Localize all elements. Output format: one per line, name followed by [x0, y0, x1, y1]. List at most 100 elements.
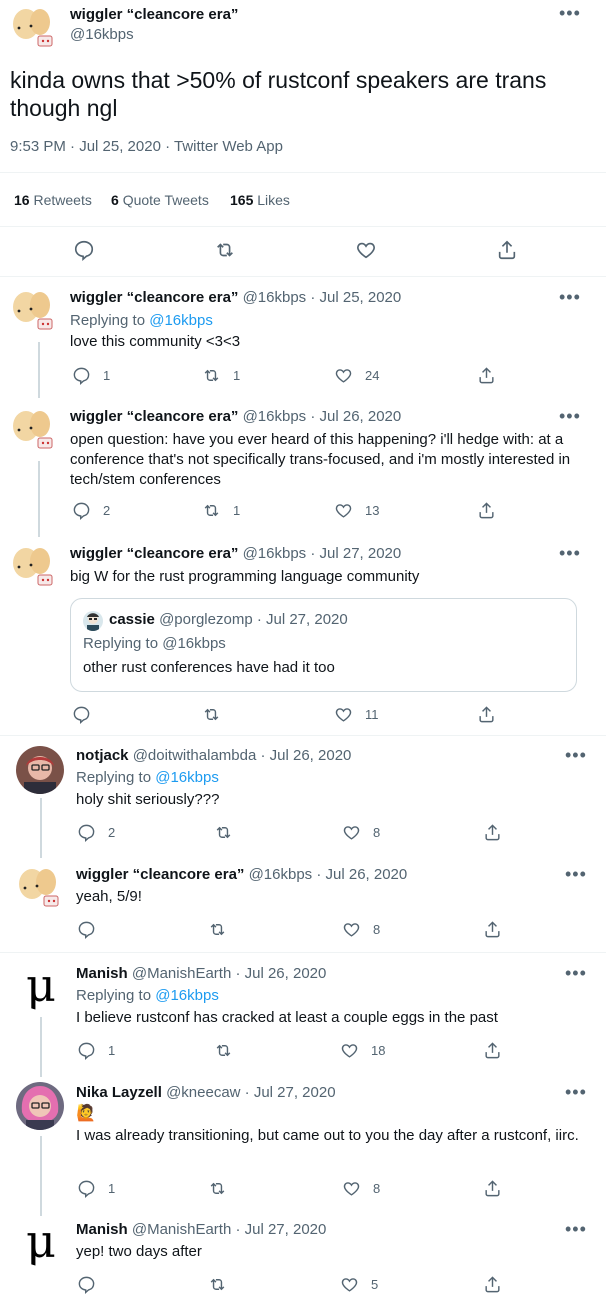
quotes-stat[interactable]: 6 Quote Tweets [111, 192, 209, 208]
more-options-icon[interactable]: ••• [565, 964, 587, 982]
reply-button[interactable]: 2 [72, 501, 110, 520]
avatar[interactable] [16, 746, 64, 794]
replying-to: Replying to @16kbps [76, 987, 219, 1004]
author-name[interactable]: Nika Layzell [76, 1084, 162, 1101]
retweet-icon [216, 826, 231, 839]
retweets-label: Retweets [33, 192, 92, 208]
reply-count: 2 [108, 825, 116, 840]
author-meta[interactable]: @16kbps · Jul 25, 2020 [243, 289, 402, 306]
author-meta[interactable]: @doitwithalambda · Jul 26, 2020 [133, 747, 352, 764]
reply-button[interactable]: 1 [72, 366, 110, 385]
author-meta[interactable]: @16kbps · Jul 27, 2020 [243, 545, 402, 562]
reply-button[interactable]: 1 [77, 1179, 115, 1198]
emoji-raising-hand-icon: 🙋 [76, 1105, 96, 1122]
author-name[interactable]: wiggler “cleancore era” [70, 289, 238, 306]
more-options-icon[interactable]: ••• [565, 1220, 587, 1238]
avatar[interactable]: μ [16, 962, 64, 1010]
like-button[interactable]: 8 [342, 823, 380, 842]
like-button[interactable]: 5 [340, 1275, 378, 1294]
heart-icon [341, 1044, 358, 1058]
replying-handle-link[interactable]: @16kbps [149, 312, 213, 329]
author-meta[interactable]: @kneecaw · Jul 27, 2020 [166, 1084, 336, 1101]
avatar[interactable] [10, 289, 58, 337]
more-options-icon[interactable]: ••• [565, 865, 587, 883]
quotes-label: Quote Tweets [122, 192, 209, 208]
replying-handle-link[interactable]: @16kbps [155, 987, 219, 1004]
reply-text: yeah, 5/9! [76, 888, 142, 905]
author-name[interactable]: wiggler “cleancore era” [76, 866, 244, 883]
like-button[interactable] [355, 239, 377, 261]
avatar[interactable] [16, 866, 64, 914]
author-meta[interactable]: @16kbps · Jul 26, 2020 [249, 866, 408, 883]
retweet-icon [204, 504, 219, 517]
retweet-button[interactable]: 1 [202, 366, 240, 385]
author-name[interactable]: wiggler “cleancore era” [70, 545, 238, 562]
author-meta[interactable]: @ManishEarth · Jul 27, 2020 [132, 1221, 327, 1238]
retweet-button[interactable] [208, 1179, 227, 1198]
more-options-icon[interactable]: ••• [565, 1083, 587, 1101]
retweet-button[interactable] [208, 920, 227, 939]
more-options-icon[interactable]: ••• [559, 4, 581, 22]
like-button[interactable]: 24 [334, 366, 379, 385]
retweet-button[interactable] [202, 705, 221, 724]
more-options-icon[interactable]: ••• [559, 544, 581, 562]
share-button[interactable] [483, 823, 502, 842]
reply-button[interactable]: 2 [77, 823, 115, 842]
avatar[interactable] [10, 545, 58, 593]
reply-button[interactable] [77, 920, 96, 939]
share-button[interactable] [483, 1041, 502, 1060]
author-meta[interactable]: @16kbps · Jul 26, 2020 [243, 408, 402, 425]
more-options-icon[interactable]: ••• [559, 288, 581, 306]
reply-text: yep! two days after [76, 1243, 202, 1260]
more-options-icon[interactable]: ••• [559, 407, 581, 425]
like-button[interactable]: 18 [340, 1041, 385, 1060]
retweet-button[interactable] [214, 239, 236, 261]
author-name[interactable]: Manish [76, 1221, 128, 1238]
reply-header: wiggler “cleancore era” @16kbps · Jul 26… [76, 866, 407, 883]
reply-count: 2 [103, 503, 111, 518]
author-handle[interactable]: @16kbps [70, 26, 134, 43]
share-button[interactable] [477, 705, 496, 724]
like-count: 8 [373, 922, 381, 937]
avatar[interactable] [10, 408, 58, 456]
avatar[interactable] [16, 1082, 64, 1130]
more-options-icon[interactable]: ••• [565, 746, 587, 764]
avatar[interactable] [10, 6, 58, 54]
reply-button[interactable] [72, 705, 91, 724]
like-button[interactable]: 8 [342, 1179, 380, 1198]
retweet-button[interactable] [214, 1041, 233, 1060]
tweet-timestamp[interactable]: 9:53 PM · Jul 25, 2020 · Twitter Web App [10, 138, 283, 155]
author-meta[interactable]: @ManishEarth · Jul 26, 2020 [132, 965, 327, 982]
reply-button[interactable] [73, 239, 95, 261]
like-button[interactable]: 8 [342, 920, 380, 939]
retweet-button[interactable] [214, 823, 233, 842]
author-name[interactable]: wiggler “cleancore era” [70, 6, 238, 23]
share-button[interactable] [477, 366, 496, 385]
like-button[interactable]: 11 [334, 705, 379, 724]
reply-button[interactable]: 1 [77, 1041, 115, 1060]
like-count: 18 [371, 1043, 386, 1058]
mu-glyph-icon: μ [26, 962, 56, 1010]
share-button[interactable] [483, 1275, 502, 1294]
share-button[interactable] [483, 1179, 502, 1198]
share-button[interactable] [477, 501, 496, 520]
retweets-stat[interactable]: 16 Retweets [14, 192, 92, 208]
like-button[interactable]: 13 [334, 501, 379, 520]
share-button[interactable] [496, 239, 518, 261]
likes-label: Likes [257, 192, 290, 208]
author-name[interactable]: wiggler “cleancore era” [70, 408, 238, 425]
share-button[interactable] [483, 920, 502, 939]
quoted-tweet[interactable]: cassie @porglezomp · Jul 27, 2020 Replyi… [70, 598, 577, 692]
retweet-button[interactable]: 1 [202, 501, 240, 520]
reply-button[interactable] [77, 1275, 96, 1294]
replying-handle-link[interactable]: @16kbps [155, 769, 219, 786]
author-name[interactable]: notjack [76, 747, 129, 764]
likes-stat[interactable]: 165 Likes [230, 192, 290, 208]
avatar[interactable]: μ [16, 1218, 64, 1266]
reply-header: Manish @ManishEarth · Jul 26, 2020 [76, 965, 326, 982]
author-name[interactable]: Manish [76, 965, 128, 982]
retweet-icon [210, 1182, 225, 1195]
retweet-button[interactable] [208, 1275, 227, 1294]
share-icon [485, 1276, 500, 1293]
replying-to: Replying to @16kbps [70, 312, 213, 329]
